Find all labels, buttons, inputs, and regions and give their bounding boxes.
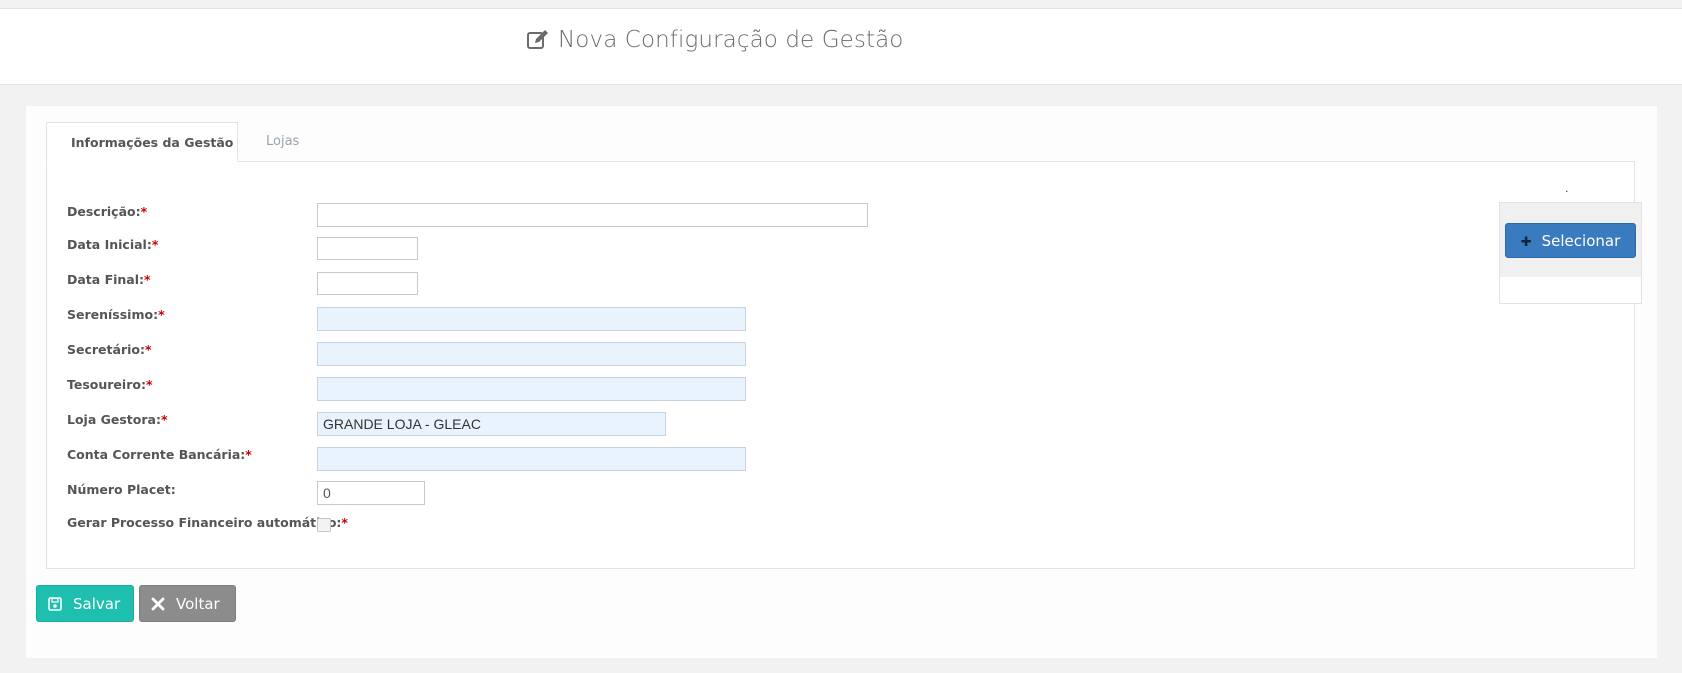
photo-box: ✚ Selecionar xyxy=(1499,202,1642,304)
tab-informacoes-gestao[interactable]: Informações da Gestão xyxy=(46,122,238,162)
tab-content-informacoes: Descrição:* Data Inicial:* Data Final:* … xyxy=(46,161,1642,569)
selecionar-button[interactable]: ✚ Selecionar xyxy=(1505,223,1636,258)
label-conta-corrente: Conta Corrente Bancária:* xyxy=(67,447,252,462)
label-data-final: Data Final:* xyxy=(67,272,151,287)
back-label: Voltar xyxy=(176,594,220,613)
close-icon xyxy=(150,596,166,612)
tab-lojas[interactable]: Lojas xyxy=(242,122,323,162)
page-title-text: Nova Configuração de Gestão xyxy=(558,27,904,53)
label-serenissimo: Sereníssimo:* xyxy=(67,307,165,322)
edit-icon xyxy=(526,28,550,52)
label-loja-gestora: Loja Gestora:* xyxy=(67,412,168,427)
conta-corrente-input[interactable] xyxy=(317,447,746,471)
plus-icon: ✚ xyxy=(1520,235,1532,250)
label-descricao: Descrição:* xyxy=(67,204,148,219)
selecionar-label: Selecionar xyxy=(1541,231,1621,250)
photo-dot: . xyxy=(1565,182,1569,195)
back-button[interactable]: Voltar xyxy=(139,585,236,622)
page-title: Nova Configuração de Gestão xyxy=(526,27,903,53)
label-tesoureiro: Tesoureiro:* xyxy=(67,377,153,392)
descricao-input[interactable] xyxy=(317,203,868,227)
main-panel: Informações da Gestão Lojas Descrição:* … xyxy=(26,106,1657,658)
data-final-input[interactable] xyxy=(317,272,418,295)
label-data-inicial: Data Inicial:* xyxy=(67,237,159,252)
tesoureiro-input[interactable] xyxy=(317,377,746,401)
numero-placet-input[interactable] xyxy=(317,481,425,505)
save-icon xyxy=(47,596,63,612)
label-numero-placet: Número Placet: xyxy=(67,482,176,497)
data-inicial-input[interactable] xyxy=(317,237,418,260)
serenissimo-input[interactable] xyxy=(317,307,746,331)
secretario-input[interactable] xyxy=(317,342,746,366)
label-gerar-processo: Gerar Processo Financeiro automático:* xyxy=(67,515,348,530)
gerar-processo-checkbox[interactable] xyxy=(317,518,331,532)
page-header: Nova Configuração de Gestão xyxy=(0,8,1682,85)
save-button[interactable]: Salvar xyxy=(36,585,134,622)
save-label: Salvar xyxy=(73,594,121,613)
loja-gestora-input[interactable] xyxy=(317,412,666,436)
label-secretario: Secretário:* xyxy=(67,342,152,357)
